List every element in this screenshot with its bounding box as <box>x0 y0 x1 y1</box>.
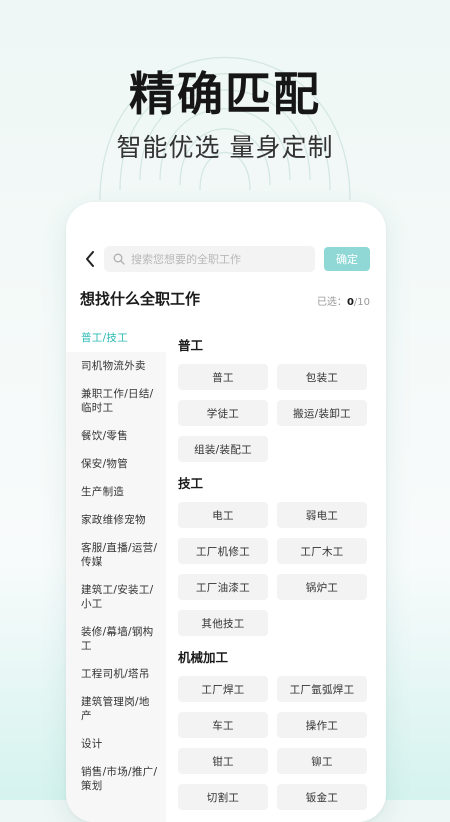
job-tag[interactable]: 弱电工 <box>277 502 367 528</box>
hero-subtitle: 智能优选 量身定制 <box>116 133 334 162</box>
job-tag[interactable]: 工厂木工 <box>277 538 367 564</box>
search-input[interactable] <box>131 252 301 266</box>
category-item[interactable]: 餐饮/零售 <box>66 422 166 450</box>
category-sidebar: 普工/技工 司机物流外卖 兼职工作/日结/临时工 餐饮/零售 保安/物管 生产制造 家政维修… <box>66 324 166 822</box>
selected-count: 已选：0/10 <box>317 293 370 308</box>
category-item[interactable]: 兼职工作/日结/临时工 <box>66 380 166 422</box>
section-title: 机械加工 <box>178 650 229 665</box>
job-tag[interactable]: 搬运/装卸工 <box>277 400 367 426</box>
job-tag[interactable]: 包装工 <box>277 364 367 390</box>
back-button[interactable] <box>80 248 100 270</box>
job-tag[interactable]: 钳工 <box>178 748 268 774</box>
category-item[interactable]: 设计 <box>66 730 166 758</box>
category-item[interactable]: 装修/幕墙/钢构工 <box>66 618 166 660</box>
category-item[interactable]: 生产制造 <box>66 478 166 506</box>
job-tag[interactable]: 普工 <box>178 364 268 390</box>
job-tag[interactable]: 锅炉工 <box>277 574 367 600</box>
category-item[interactable]: 工程司机/塔吊 <box>66 660 166 688</box>
category-item[interactable]: 客服/直播/运营/传媒 <box>66 534 166 576</box>
chevron-left-icon <box>86 251 94 267</box>
category-item[interactable]: 建筑管理岗/地产 <box>66 688 166 730</box>
category-item[interactable]: 普工/技工 <box>66 324 166 352</box>
category-item[interactable]: 销售/市场/推广/策划 <box>66 758 166 800</box>
job-tag[interactable]: 工厂焊工 <box>178 676 268 702</box>
top-bar: 确定 <box>66 242 386 276</box>
job-tag[interactable]: 电工 <box>178 502 268 528</box>
selected-total: /10 <box>353 297 370 308</box>
job-tag[interactable]: 学徒工 <box>178 400 268 426</box>
job-tag[interactable]: 工厂氩弧焊工 <box>277 676 367 702</box>
job-tag[interactable]: 工厂机修工 <box>178 538 268 564</box>
job-tag[interactable]: 铆工 <box>277 748 367 774</box>
section-title: 技工 <box>178 476 204 491</box>
search-icon <box>113 253 125 265</box>
job-tag[interactable]: 钣金工 <box>277 784 367 810</box>
tag-grid: 电工 弱电工 工厂机修工 工厂木工 工厂油漆工 锅炉工 其他技工 <box>178 502 378 636</box>
job-tag[interactable]: 其他技工 <box>178 610 268 636</box>
header-row: 想找什么全职工作 已选：0/10 <box>66 288 386 312</box>
category-item[interactable]: 建筑工/安装工/小工 <box>66 576 166 618</box>
tag-area: 普工 普工 包装工 学徒工 搬运/装卸工 组装/装配工 技工 电工 弱电工 工厂机修工 工厂木工 工厂… <box>178 324 378 822</box>
category-item[interactable]: 司机物流外卖 <box>66 352 166 380</box>
page-title: 想找什么全职工作 <box>80 290 201 308</box>
job-tag[interactable]: 车工 <box>178 712 268 738</box>
tag-grid: 工厂焊工 工厂氩弧焊工 车工 操作工 钳工 铆工 切割工 钣金工 <box>178 676 378 810</box>
category-item[interactable]: 保安/物管 <box>66 450 166 478</box>
search-box[interactable] <box>104 246 315 272</box>
confirm-button[interactable]: 确定 <box>324 247 370 271</box>
job-tag[interactable]: 工厂油漆工 <box>178 574 268 600</box>
selected-prefix: 已选： <box>316 297 347 308</box>
job-tag[interactable]: 切割工 <box>178 784 268 810</box>
job-selector-card: 确定 想找什么全职工作 已选：0/10 普工/技工司机物流外卖兼职工作/日结/临… <box>66 202 386 822</box>
job-tag[interactable]: 组装/装配工 <box>178 436 268 462</box>
category-item[interactable]: 家政维修宠物 <box>66 506 166 534</box>
selected-number: 0 <box>346 297 354 308</box>
tag-grid: 普工 包装工 学徒工 搬运/装卸工 组装/装配工 <box>178 364 378 462</box>
hero-title: 精确匹配 <box>129 67 321 121</box>
job-tag[interactable]: 操作工 <box>277 712 367 738</box>
section-title: 普工 <box>178 338 204 353</box>
